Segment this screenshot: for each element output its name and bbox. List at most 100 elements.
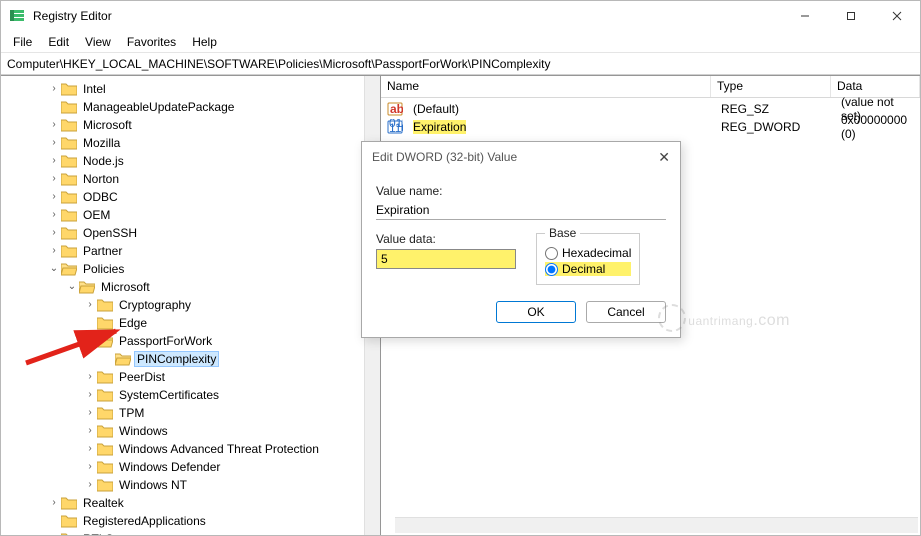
col-type[interactable]: Type bbox=[711, 76, 831, 97]
chevron-right-icon[interactable]: › bbox=[47, 226, 61, 240]
tree-item[interactable]: ›Windows bbox=[81, 422, 380, 440]
value-name: Expiration bbox=[413, 120, 466, 134]
menu-view[interactable]: View bbox=[77, 33, 119, 51]
value-name-field[interactable] bbox=[376, 201, 666, 220]
folder-open-icon bbox=[97, 334, 113, 348]
regedit-window: Registry Editor File Edit View Favorites… bbox=[0, 0, 921, 536]
tree-item-microsoft[interactable]: ⌄Microsoft bbox=[63, 278, 380, 296]
chevron-right-icon[interactable]: › bbox=[47, 154, 61, 168]
tree-item[interactable]: ›Node.js bbox=[45, 152, 380, 170]
chevron-right-icon[interactable]: › bbox=[83, 406, 97, 420]
list-hscrollbar[interactable] bbox=[395, 517, 918, 533]
folder-icon bbox=[97, 388, 113, 402]
folder-open-icon bbox=[115, 352, 131, 366]
chevron-right-icon[interactable]: › bbox=[47, 136, 61, 150]
value-type: REG_SZ bbox=[715, 102, 835, 116]
tree-item[interactable]: ›ODBC bbox=[45, 188, 380, 206]
value-data-label: Value data: bbox=[376, 232, 516, 246]
tree-item[interactable]: Edge bbox=[81, 314, 380, 332]
chevron-right-icon[interactable]: › bbox=[83, 370, 97, 384]
address-bar[interactable]: Computer\HKEY_LOCAL_MACHINE\SOFTWARE\Pol… bbox=[1, 53, 920, 75]
tree-item[interactable]: RegisteredApplications bbox=[45, 512, 380, 530]
tree-item[interactable]: ›Cryptography bbox=[81, 296, 380, 314]
folder-icon bbox=[97, 424, 113, 438]
chevron-right-icon[interactable]: › bbox=[47, 496, 61, 510]
radio-hex[interactable]: Hexadecimal bbox=[545, 246, 631, 260]
tree-item[interactable]: ›PeerDist bbox=[81, 368, 380, 386]
folder-icon bbox=[61, 82, 77, 96]
chevron-down-icon[interactable]: ⌄ bbox=[83, 334, 97, 348]
chevron-right-icon[interactable]: › bbox=[47, 118, 61, 132]
radio-dec-input[interactable] bbox=[545, 263, 558, 276]
radio-hex-input[interactable] bbox=[545, 247, 558, 260]
cancel-button[interactable]: Cancel bbox=[586, 301, 666, 323]
tree-item[interactable]: ›Windows Defender bbox=[81, 458, 380, 476]
dialog-title: Edit DWORD (32-bit) Value bbox=[372, 150, 517, 164]
tree-item[interactable]: ManageableUpdatePackage bbox=[45, 98, 380, 116]
tree-item-pincomplexity[interactable]: PINComplexity bbox=[99, 350, 380, 368]
tree-item[interactable]: ›Intel bbox=[45, 80, 380, 98]
tree-item[interactable]: ›TPM bbox=[81, 404, 380, 422]
dialog-titlebar[interactable]: Edit DWORD (32-bit) Value ✕ bbox=[362, 142, 680, 172]
menu-file[interactable]: File bbox=[5, 33, 40, 51]
folder-icon bbox=[61, 244, 77, 258]
ok-button[interactable]: OK bbox=[496, 301, 576, 323]
close-button[interactable] bbox=[874, 1, 920, 31]
value-data-field[interactable] bbox=[376, 249, 516, 269]
tree-item-policies[interactable]: ⌄Policies bbox=[45, 260, 380, 278]
menu-edit[interactable]: Edit bbox=[40, 33, 77, 51]
chevron-down-icon[interactable]: ⌄ bbox=[47, 262, 61, 276]
chevron-right-icon[interactable]: › bbox=[47, 208, 61, 222]
chevron-right-icon[interactable]: › bbox=[47, 532, 61, 535]
tree-pane[interactable]: ›Intel ManageableUpdatePackage ›Microsof… bbox=[1, 76, 381, 535]
folder-icon bbox=[97, 442, 113, 456]
tree-item[interactable]: ›Partner bbox=[45, 242, 380, 260]
maximize-button[interactable] bbox=[828, 1, 874, 31]
folder-icon bbox=[97, 478, 113, 492]
chevron-right-icon[interactable]: › bbox=[47, 172, 61, 186]
tree-item[interactable]: ›OEM bbox=[45, 206, 380, 224]
tree-item[interactable]: ›Realtek bbox=[45, 494, 380, 512]
tree-item[interactable]: ›Mozilla bbox=[45, 134, 380, 152]
folder-icon bbox=[61, 514, 77, 528]
dialog-close-button[interactable]: ✕ bbox=[658, 149, 670, 166]
tree-item[interactable]: ›OpenSSH bbox=[45, 224, 380, 242]
chevron-right-icon[interactable]: › bbox=[83, 478, 97, 492]
folder-icon bbox=[61, 154, 77, 168]
col-name[interactable]: Name bbox=[381, 76, 711, 97]
base-fieldset: Base Hexadecimal Decimal bbox=[536, 226, 640, 285]
regedit-icon bbox=[9, 8, 25, 24]
chevron-down-icon[interactable]: ⌄ bbox=[65, 280, 79, 294]
tree-item[interactable]: ›SystemCertificates bbox=[81, 386, 380, 404]
tree-item[interactable]: ›Windows NT bbox=[81, 476, 380, 494]
value-name-label: Value name: bbox=[376, 184, 666, 198]
minimize-button[interactable] bbox=[782, 1, 828, 31]
folder-open-icon bbox=[79, 280, 95, 294]
tree-item[interactable]: ›Microsoft bbox=[45, 116, 380, 134]
folder-icon bbox=[97, 316, 113, 330]
folder-icon bbox=[97, 370, 113, 384]
tree-item[interactable]: ›Norton bbox=[45, 170, 380, 188]
folder-icon bbox=[97, 406, 113, 420]
chevron-right-icon[interactable]: › bbox=[47, 82, 61, 96]
base-legend: Base bbox=[545, 226, 580, 240]
chevron-right-icon[interactable]: › bbox=[83, 298, 97, 312]
chevron-right-icon[interactable]: › bbox=[83, 424, 97, 438]
menu-help[interactable]: Help bbox=[184, 33, 225, 51]
radio-dec[interactable]: Decimal bbox=[545, 262, 631, 276]
dword-value-icon: 011110 bbox=[387, 119, 403, 135]
chevron-right-icon[interactable]: › bbox=[47, 190, 61, 204]
tree-item[interactable]: ›Windows Advanced Threat Protection bbox=[81, 440, 380, 458]
folder-icon bbox=[61, 190, 77, 204]
chevron-right-icon[interactable]: › bbox=[47, 244, 61, 258]
edit-dword-dialog: Edit DWORD (32-bit) Value ✕ Value name: … bbox=[361, 141, 681, 338]
menu-favorites[interactable]: Favorites bbox=[119, 33, 184, 51]
chevron-right-icon[interactable]: › bbox=[83, 388, 97, 402]
col-data[interactable]: Data bbox=[831, 76, 920, 97]
chevron-right-icon[interactable]: › bbox=[83, 460, 97, 474]
folder-icon bbox=[61, 118, 77, 132]
chevron-right-icon[interactable]: › bbox=[83, 442, 97, 456]
list-row[interactable]: 011110 Expiration REG_DWORD 0x00000000 (… bbox=[381, 118, 920, 136]
tree-item-passportforwork[interactable]: ⌄PassportForWork bbox=[81, 332, 380, 350]
tree-item[interactable]: ›RTLSetup bbox=[45, 530, 380, 535]
